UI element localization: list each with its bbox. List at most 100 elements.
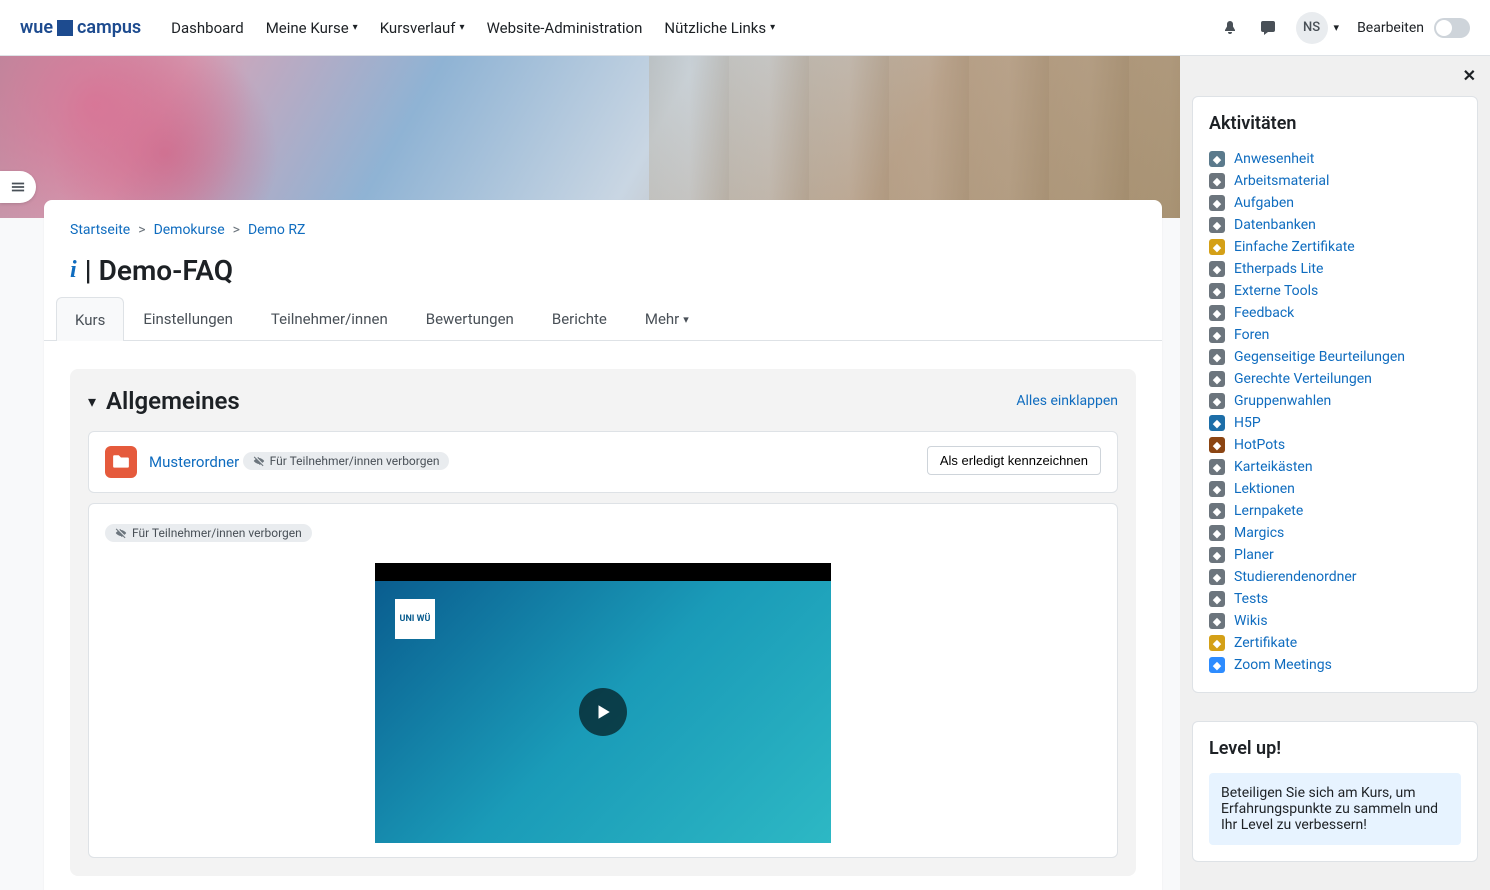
activity-type-icon: ◆ xyxy=(1209,503,1225,519)
folder-icon xyxy=(105,446,137,478)
tab-more[interactable]: Mehr▾ xyxy=(626,297,708,340)
nav-site-admin[interactable]: Website-Administration xyxy=(487,19,643,37)
video-player[interactable]: UNI WÜ xyxy=(375,563,831,843)
video-uni-logo: UNI WÜ xyxy=(395,599,435,639)
nav-useful-links[interactable]: Nützliche Links▾ xyxy=(664,19,775,37)
activity-list-item: ◆Gegenseitige Beurteilungen xyxy=(1209,346,1461,368)
activity-list-item: ◆ Lektionen xyxy=(1209,478,1461,500)
breadcrumb-home[interactable]: Startseite xyxy=(70,222,130,238)
hero-banner xyxy=(0,56,1180,218)
tab-grades[interactable]: Bewertungen xyxy=(407,297,533,340)
hamburger-icon xyxy=(11,180,25,194)
tab-settings[interactable]: Einstellungen xyxy=(124,297,252,340)
activity-link[interactable]: HotPots xyxy=(1234,437,1285,453)
activity-link[interactable]: H5P xyxy=(1234,415,1261,431)
activity-type-icon: ◆ xyxy=(1209,525,1225,541)
left-drawer-toggle[interactable] xyxy=(0,171,36,203)
activity-link[interactable]: Lernpakete xyxy=(1234,503,1303,519)
notifications-icon[interactable] xyxy=(1220,18,1240,38)
activity-link[interactable]: Gegenseitige Beurteilungen xyxy=(1234,349,1405,365)
chevron-down-icon: ▾ xyxy=(353,22,358,33)
activity-list-item: ◆ Gerechte Verteilungen xyxy=(1209,368,1461,390)
activity-link[interactable]: Feedback xyxy=(1234,305,1294,321)
play-button[interactable] xyxy=(579,688,627,736)
edit-mode-toggle[interactable] xyxy=(1434,18,1470,38)
activity-type-icon: ◆ xyxy=(1209,217,1225,233)
activity-list-item: ◆ Anwesenheit xyxy=(1209,148,1461,170)
hidden-badge: Für Teilnehmer/innen verborgen xyxy=(105,524,312,542)
levelup-message: Beteiligen Sie sich am Kurs, um Erfahrun… xyxy=(1209,773,1461,845)
user-menu[interactable]: NS ▾ xyxy=(1296,12,1340,44)
activity-type-icon: ◆ xyxy=(1209,591,1225,607)
mark-done-button[interactable]: Als erledigt kennzeichnen xyxy=(927,446,1101,475)
activity-type-icon: ◆ xyxy=(1209,239,1225,255)
activity-type-icon: ◆ xyxy=(1209,547,1225,563)
activity-type-icon: ◆ xyxy=(1209,371,1225,387)
activity-link-musterordner[interactable]: Musterordner xyxy=(149,453,239,471)
activity-list-item: ◆ Margics xyxy=(1209,522,1461,544)
activity-list-item: ◆ Datenbanken xyxy=(1209,214,1461,236)
chevron-down-icon[interactable]: ▾ xyxy=(88,392,96,411)
activity-list-item: ◆Karteikästen xyxy=(1209,456,1461,478)
block-levelup: Level up! Beteiligen Sie sich am Kurs, u… xyxy=(1192,721,1478,862)
breadcrumb-demo-courses[interactable]: Demokurse xyxy=(154,222,225,238)
activity-link[interactable]: Lektionen xyxy=(1234,481,1295,497)
section-title: Allgemeines xyxy=(106,387,240,415)
activity-type-icon: ◆ xyxy=(1209,481,1225,497)
tab-participants[interactable]: Teilnehmer/innen xyxy=(252,297,407,340)
activity-folder: Musterordner Für Teilnehmer/innen verbor… xyxy=(88,431,1118,493)
activity-link[interactable]: Margics xyxy=(1234,525,1284,541)
nav-my-courses[interactable]: Meine Kurse▾ xyxy=(266,19,358,37)
section-general: ▾ Allgemeines Alles einklappen Musterord… xyxy=(70,369,1136,876)
collapse-all-link[interactable]: Alles einklappen xyxy=(1016,393,1118,409)
close-drawer-button[interactable]: ✕ xyxy=(1463,66,1476,85)
activity-type-icon: ◆ xyxy=(1209,195,1225,211)
activity-type-icon: ◆ xyxy=(1209,569,1225,585)
messages-icon[interactable] xyxy=(1258,18,1278,38)
activity-link[interactable]: Wikis xyxy=(1234,613,1268,629)
activity-link[interactable]: Foren xyxy=(1234,327,1269,343)
activity-link[interactable]: Gruppenwahlen xyxy=(1234,393,1331,409)
block-title-levelup: Level up! xyxy=(1209,738,1461,759)
activity-type-icon: ◆ xyxy=(1209,173,1225,189)
activity-link[interactable]: Planer xyxy=(1234,547,1274,563)
activity-link[interactable]: Zertifikate xyxy=(1234,635,1297,651)
breadcrumb-demo-rz[interactable]: Demo RZ xyxy=(248,222,305,238)
activity-list-item: ◆ Studierendenordner xyxy=(1209,566,1461,588)
tab-course[interactable]: Kurs xyxy=(56,297,124,341)
main-column: Startseite > Demokurse > Demo RZ i | Dem… xyxy=(0,56,1180,890)
activity-link[interactable]: Arbeitsmaterial xyxy=(1234,173,1329,189)
topnav-right: NS ▾ Bearbeiten xyxy=(1220,12,1470,44)
activity-link[interactable]: Zoom Meetings xyxy=(1234,657,1332,673)
section-header: ▾ Allgemeines Alles einklappen xyxy=(88,387,1118,415)
activity-link[interactable]: Tests xyxy=(1234,591,1268,607)
activity-link[interactable]: Einfache Zertifikate xyxy=(1234,239,1355,255)
activity-link[interactable]: Studierendenordner xyxy=(1234,569,1357,585)
activity-link[interactable]: Karteikästen xyxy=(1234,459,1313,475)
chevron-down-icon: ▾ xyxy=(1334,21,1340,34)
activity-link[interactable]: Externe Tools xyxy=(1234,283,1318,299)
block-activities: Aktivitäten ◆Anwesenheit◆Arbeitsmaterial… xyxy=(1192,96,1478,693)
tab-reports[interactable]: Berichte xyxy=(533,297,626,340)
activity-type-icon: ◆ xyxy=(1209,327,1225,343)
user-avatar: NS xyxy=(1296,12,1328,44)
chevron-down-icon: ▾ xyxy=(460,22,465,33)
site-logo[interactable]: wuecampus xyxy=(20,17,141,38)
activity-type-icon: ◆ xyxy=(1209,415,1225,431)
page-title: i | Demo-FAQ xyxy=(70,254,1136,287)
activity-type-icon: ◆ xyxy=(1209,151,1225,167)
play-icon xyxy=(594,703,612,721)
activity-list-item: ◆ Foren xyxy=(1209,324,1461,346)
chevron-down-icon: ▾ xyxy=(683,313,689,326)
activities-list: ◆ Anwesenheit ◆ Arbeitsmaterial ◆ Aufgaben ◆ Da… xyxy=(1209,148,1461,676)
activity-link[interactable]: Aufgaben xyxy=(1234,195,1294,211)
activity-link[interactable]: Anwesenheit xyxy=(1234,151,1314,167)
activity-link[interactable]: Datenbanken xyxy=(1234,217,1316,233)
activity-list-item: ◆Zoom Meetings xyxy=(1209,654,1461,676)
activity-link[interactable]: Etherpads Lite xyxy=(1234,261,1323,277)
nav-course-history[interactable]: Kursverlauf▾ xyxy=(380,19,465,37)
right-drawer: ✕ Aktivitäten ◆Anwesenheit◆Arbeitsmateri… xyxy=(1180,56,1490,890)
nav-dashboard[interactable]: Dashboard xyxy=(171,19,244,37)
activity-link[interactable]: Gerechte Verteilungen xyxy=(1234,371,1372,387)
activity-list-item: ◆ Einfache Zertifikate xyxy=(1209,236,1461,258)
